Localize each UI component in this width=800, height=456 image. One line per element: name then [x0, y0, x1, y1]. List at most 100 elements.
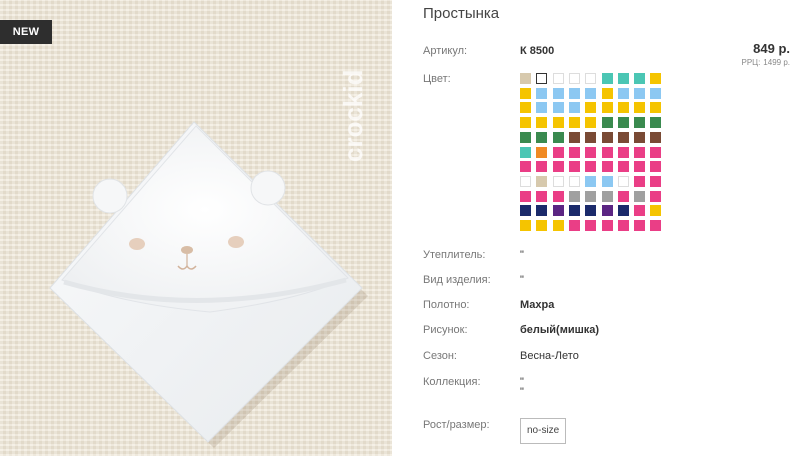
color-swatch-pink[interactable] — [634, 176, 645, 187]
color-swatch-navy[interactable] — [618, 205, 629, 216]
color-swatch-white[interactable] — [553, 176, 564, 187]
color-swatch-yellow[interactable] — [618, 102, 629, 113]
color-swatch-green[interactable] — [536, 132, 547, 143]
color-swatch-lightblue[interactable] — [585, 176, 596, 187]
color-swatch-brown[interactable] — [585, 132, 596, 143]
color-swatch-pink[interactable] — [650, 191, 661, 202]
color-swatch-yellow[interactable] — [536, 117, 547, 128]
color-swatch-pink[interactable] — [618, 161, 629, 172]
color-swatch-beige[interactable] — [520, 73, 531, 84]
color-swatch-navy[interactable] — [520, 205, 531, 216]
color-swatch-brown[interactable] — [650, 132, 661, 143]
color-swatch-yellow[interactable] — [553, 117, 564, 128]
color-swatch-yellow[interactable] — [585, 117, 596, 128]
color-swatch-pink[interactable] — [520, 191, 531, 202]
color-swatch-pink[interactable] — [602, 147, 613, 158]
color-swatch-green[interactable] — [602, 117, 613, 128]
color-swatch-orange[interactable] — [536, 147, 547, 158]
color-swatch-pink[interactable] — [618, 191, 629, 202]
color-swatch-purple[interactable] — [553, 205, 564, 216]
color-swatch-pink[interactable] — [650, 147, 661, 158]
color-swatch-pink[interactable] — [585, 220, 596, 231]
color-swatch-yellow[interactable] — [602, 88, 613, 99]
color-swatch-brown[interactable] — [634, 132, 645, 143]
color-swatch-pink[interactable] — [634, 205, 645, 216]
color-swatch-pink[interactable] — [602, 220, 613, 231]
color-swatch-green[interactable] — [618, 117, 629, 128]
color-swatch-white[interactable] — [585, 73, 596, 84]
color-swatch-white[interactable] — [618, 176, 629, 187]
color-swatch-teal[interactable] — [618, 73, 629, 84]
color-swatch-pink[interactable] — [569, 147, 580, 158]
color-swatch-white[interactable] — [520, 176, 531, 187]
color-swatch-yellow[interactable] — [520, 102, 531, 113]
color-swatch-pink[interactable] — [650, 161, 661, 172]
color-swatch-brown[interactable] — [618, 132, 629, 143]
color-swatch-pink[interactable] — [634, 220, 645, 231]
color-swatch-yellow[interactable] — [553, 220, 564, 231]
color-swatch-white[interactable] — [553, 73, 564, 84]
color-swatch-white[interactable] — [536, 73, 547, 84]
color-swatch-lightblue[interactable] — [569, 102, 580, 113]
color-swatch-green[interactable] — [650, 117, 661, 128]
color-swatch-yellow[interactable] — [585, 102, 596, 113]
color-swatch-purple[interactable] — [602, 205, 613, 216]
color-swatch-pink[interactable] — [569, 161, 580, 172]
color-swatch-lightblue[interactable] — [585, 88, 596, 99]
color-swatch-pink[interactable] — [553, 147, 564, 158]
color-swatch-pink[interactable] — [634, 161, 645, 172]
size-option-button[interactable]: no-size — [520, 418, 567, 444]
color-swatch-yellow[interactable] — [520, 88, 531, 99]
color-swatch-lightblue[interactable] — [650, 88, 661, 99]
color-swatch-lightblue[interactable] — [602, 176, 613, 187]
color-swatch-yellow[interactable] — [602, 102, 613, 113]
color-swatch-lightblue[interactable] — [536, 102, 547, 113]
color-swatch-gray[interactable] — [634, 191, 645, 202]
color-swatch-pink[interactable] — [618, 147, 629, 158]
color-swatch-pink[interactable] — [602, 161, 613, 172]
color-swatch-gray[interactable] — [585, 191, 596, 202]
color-swatch-yellow[interactable] — [520, 117, 531, 128]
color-swatch-yellow[interactable] — [650, 205, 661, 216]
color-swatch-brown[interactable] — [602, 132, 613, 143]
color-swatch-yellow[interactable] — [634, 102, 645, 113]
color-swatch-beige[interactable] — [536, 176, 547, 187]
color-swatch-brown[interactable] — [569, 132, 580, 143]
color-swatch-lightblue[interactable] — [618, 88, 629, 99]
color-swatch-pink[interactable] — [650, 176, 661, 187]
color-swatch-green[interactable] — [520, 132, 531, 143]
color-swatch-teal[interactable] — [602, 73, 613, 84]
color-swatch-yellow[interactable] — [569, 117, 580, 128]
color-swatch-teal[interactable] — [634, 73, 645, 84]
color-swatch-pink[interactable] — [585, 161, 596, 172]
color-swatch-green[interactable] — [553, 132, 564, 143]
color-swatch-green[interactable] — [634, 117, 645, 128]
color-swatch-lightblue[interactable] — [553, 88, 564, 99]
color-swatch-lightblue[interactable] — [536, 88, 547, 99]
color-swatch-pink[interactable] — [520, 161, 531, 172]
color-swatch-pink[interactable] — [536, 191, 547, 202]
color-swatch-yellow[interactable] — [520, 220, 531, 231]
color-swatch-pink[interactable] — [553, 191, 564, 202]
color-swatch-gray[interactable] — [569, 191, 580, 202]
product-photo[interactable]: NEW crockid — [0, 0, 392, 456]
color-swatch-navy[interactable] — [536, 205, 547, 216]
color-swatch-white[interactable] — [569, 73, 580, 84]
color-swatch-pink[interactable] — [553, 161, 564, 172]
color-swatch-navy[interactable] — [585, 205, 596, 216]
color-swatch-pink[interactable] — [618, 220, 629, 231]
color-swatch-lightblue[interactable] — [634, 88, 645, 99]
color-swatch-white[interactable] — [569, 176, 580, 187]
color-swatch-pink[interactable] — [569, 220, 580, 231]
color-swatch-yellow[interactable] — [650, 102, 661, 113]
color-swatch-lightblue[interactable] — [553, 102, 564, 113]
color-swatch-yellow[interactable] — [536, 220, 547, 231]
color-swatch-pink[interactable] — [650, 220, 661, 231]
color-swatch-pink[interactable] — [536, 161, 547, 172]
color-swatch-pink[interactable] — [585, 147, 596, 158]
color-swatch-teal[interactable] — [520, 147, 531, 158]
color-swatch-lightblue[interactable] — [569, 88, 580, 99]
color-swatch-gray[interactable] — [602, 191, 613, 202]
color-swatch-pink[interactable] — [634, 147, 645, 158]
color-swatch-yellow[interactable] — [650, 73, 661, 84]
